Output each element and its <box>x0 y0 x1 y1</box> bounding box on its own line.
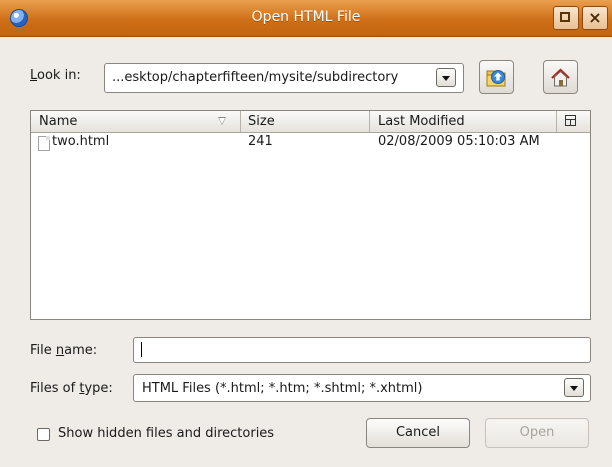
look-in-dropdown-button[interactable] <box>436 68 456 87</box>
table-header: Name Size Last Modified <box>31 111 590 133</box>
open-button[interactable]: Open <box>485 418 589 448</box>
window-title: Open HTML File <box>251 9 361 25</box>
file-size-cell: 241 <box>248 134 273 149</box>
column-header-size[interactable]: Size <box>248 111 275 132</box>
file-modified-cell: 02/08/2009 05:10:03 AM <box>378 134 540 149</box>
close-button[interactable]: × <box>582 6 608 30</box>
html-file-icon <box>38 136 50 151</box>
show-hidden-checkbox[interactable] <box>37 428 50 441</box>
files-of-type-value: HTML Files (*.html; *.htm; *.shtml; *.xh… <box>142 381 423 396</box>
chevron-down-icon <box>442 76 450 81</box>
show-hidden-label[interactable]: Show hidden files and directories <box>58 426 274 441</box>
file-name-cell: two.html <box>52 134 110 149</box>
up-folder-button[interactable] <box>479 60 514 94</box>
home-button[interactable] <box>543 60 578 94</box>
column-separator[interactable] <box>369 111 370 132</box>
home-icon <box>551 68 570 87</box>
column-header-name[interactable]: Name <box>39 111 77 132</box>
open-file-dialog: Open HTML File × Look in: ...esktop/chap… <box>0 0 612 467</box>
file-name-input[interactable] <box>133 337 591 363</box>
look-in-path: ...esktop/chapterfifteen/mysite/subdirec… <box>112 70 399 85</box>
sort-descending-icon <box>218 117 226 125</box>
title-bar[interactable]: Open HTML File × <box>0 0 612 37</box>
column-chooser-icon[interactable] <box>565 115 576 126</box>
maximize-button[interactable] <box>553 6 579 30</box>
files-of-type-dropdown-button[interactable] <box>564 378 584 397</box>
maximize-icon <box>560 12 570 22</box>
files-of-type-combo[interactable]: HTML Files (*.html; *.htm; *.shtml; *.xh… <box>133 374 591 402</box>
file-list-table[interactable]: Name Size Last Modified two.html 241 02/… <box>30 110 591 320</box>
close-icon: × <box>588 8 602 27</box>
column-header-last-modified[interactable]: Last Modified <box>378 111 465 132</box>
look-in-label: Look in: <box>30 68 81 83</box>
file-name-label: File name: <box>30 343 98 358</box>
text-caret <box>141 342 142 357</box>
cancel-button[interactable]: Cancel <box>366 418 470 448</box>
column-separator[interactable] <box>556 111 557 132</box>
chevron-down-icon <box>570 386 578 391</box>
up-folder-icon <box>486 70 506 87</box>
look-in-combo[interactable]: ...esktop/chapterfifteen/mysite/subdirec… <box>104 63 464 93</box>
column-separator[interactable] <box>240 111 241 132</box>
table-row[interactable]: two.html 241 02/08/2009 05:10:03 AM <box>31 133 590 153</box>
files-of-type-label: Files of type: <box>30 381 113 396</box>
